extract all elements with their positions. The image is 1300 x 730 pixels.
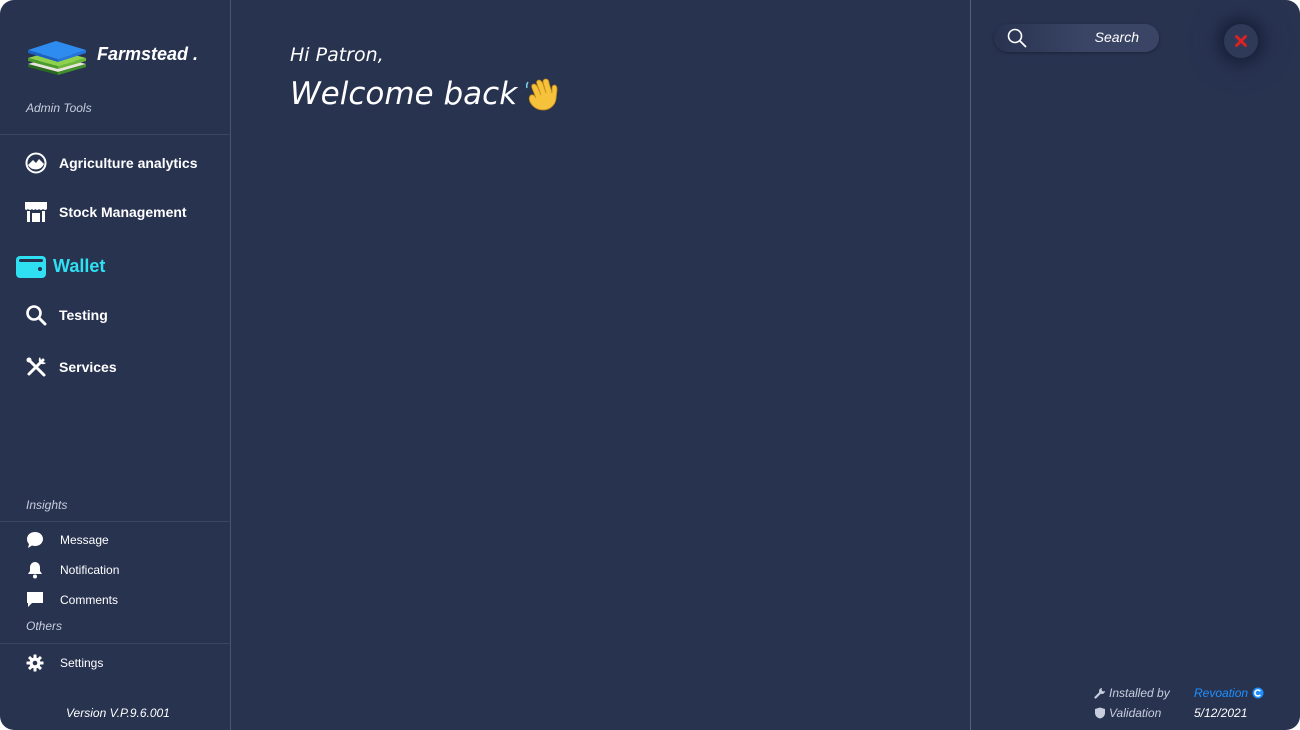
divider [0, 643, 230, 644]
wallet-icon [16, 254, 46, 278]
message-icon [26, 531, 44, 549]
gear-icon [26, 654, 44, 672]
sidebar-item-agriculture-analytics[interactable]: Agriculture analytics [24, 148, 198, 178]
sidebar-item-services[interactable]: Services [24, 352, 117, 382]
search-bar[interactable]: Search [994, 24, 1159, 52]
store-icon [24, 200, 48, 224]
welcome-heading: Welcome back [290, 76, 559, 112]
installed-by-label: Installed by [1109, 686, 1170, 700]
sidebar-item-label: Agriculture analytics [59, 155, 198, 171]
sidebar-item-label: Services [59, 359, 117, 375]
version-label: Version V.P.9.6.001 [66, 706, 170, 720]
wrench-icon [1094, 687, 1106, 699]
sidebar-item-stock-management[interactable]: Stock Management [24, 197, 187, 227]
sidebar-item-label: Notification [60, 563, 120, 577]
brand-name: Farmstead . [97, 44, 199, 64]
validation-date: 5/12/2021 [1194, 706, 1248, 720]
shield-icon [1094, 707, 1106, 719]
bell-icon [26, 561, 44, 579]
divider [0, 134, 230, 135]
divider [0, 521, 230, 522]
section-label-others: Others [26, 619, 63, 633]
revoation-badge-icon [1252, 687, 1264, 699]
farmstead-logo [26, 36, 88, 76]
welcome-text: Welcome back [290, 76, 518, 112]
waving-hand-icon [525, 76, 559, 112]
close-button[interactable] [1224, 24, 1258, 58]
installed-by-value: Revoation [1194, 686, 1249, 700]
close-icon [1235, 35, 1247, 47]
search-icon [1007, 28, 1027, 48]
section-label-admin-tools: Admin Tools [26, 101, 92, 115]
sidebar-item-label: Message [60, 533, 109, 547]
sidebar-item-testing[interactable]: Testing [24, 300, 108, 330]
greeting-text: Hi Patron, [290, 44, 384, 66]
tools-icon [24, 355, 48, 379]
validation-row: Validation 5/12/2021 [1094, 705, 1247, 721]
validation-label: Validation [1109, 706, 1162, 720]
search-placeholder: Search [1094, 29, 1139, 45]
sidebar-item-label: Testing [59, 307, 108, 323]
sidebar-item-message[interactable]: Message [26, 530, 109, 550]
sidebar-item-wallet[interactable]: Wallet [16, 251, 105, 281]
sidebar-item-settings[interactable]: Settings [26, 653, 103, 673]
installed-by-row: Installed by Revoation [1094, 685, 1264, 701]
sidebar-item-label: Stock Management [59, 204, 187, 220]
sidebar-item-comments[interactable]: Comments [26, 590, 118, 610]
sidebar-item-label: Comments [60, 593, 119, 607]
search-icon [24, 303, 48, 327]
sidebar: Farmstead . Admin Tools Agriculture anal… [0, 0, 230, 730]
comment-icon [26, 591, 44, 609]
sidebar-item-label: Wallet [53, 255, 106, 276]
sidebar-divider [230, 0, 231, 730]
app-window: Farmstead . Admin Tools Agriculture anal… [0, 0, 1300, 730]
sidebar-item-notification[interactable]: Notification [26, 560, 119, 580]
sidebar-item-label: Settings [60, 656, 104, 670]
right-panel-divider [970, 0, 971, 730]
installed-by-link[interactable]: Revoation [1194, 686, 1264, 700]
section-label-insights: Insights [26, 498, 68, 512]
analytics-icon [24, 151, 48, 175]
